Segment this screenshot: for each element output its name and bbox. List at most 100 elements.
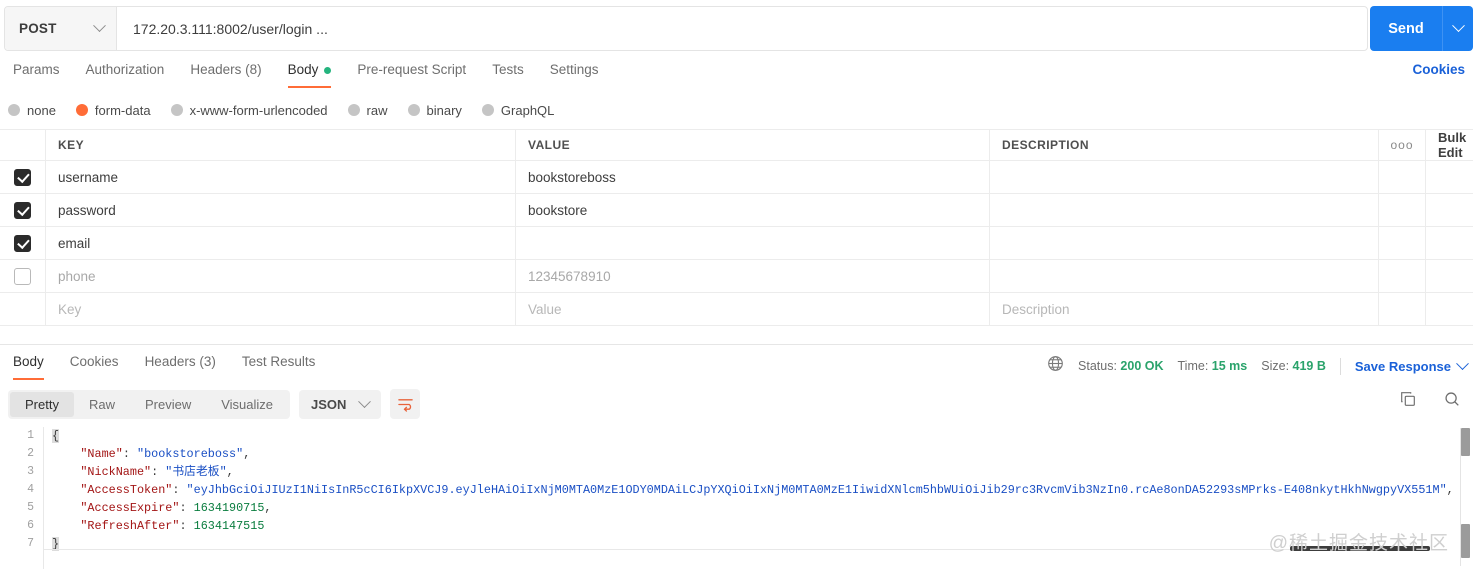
send-options-button[interactable] [1442, 6, 1473, 51]
horizontal-scrollbar-thumb[interactable] [1290, 546, 1430, 551]
line-number: 6 [27, 519, 34, 532]
tab-authorization[interactable]: Authorization [73, 60, 178, 88]
code-line: "Name": "bookstoreboss", [80, 447, 251, 461]
request-url-input[interactable]: 172.20.3.111:8002/user/login ... [117, 7, 1367, 50]
bulk-edit-button[interactable]: Bulk Edit [1438, 130, 1473, 160]
table-row[interactable]: password bookstore [0, 194, 1473, 227]
chevron-down-icon [358, 394, 372, 408]
row-checkbox[interactable] [14, 201, 31, 219]
size-value: 419 B [1292, 359, 1326, 373]
tab-settings[interactable]: Settings [537, 60, 612, 88]
scrollbar-thumb[interactable] [1461, 428, 1470, 456]
response-tab-test-results[interactable]: Test Results [229, 352, 329, 380]
http-method-label: POST [19, 21, 57, 36]
view-preview[interactable]: Preview [130, 392, 206, 417]
column-header-description: DESCRIPTION [1002, 138, 1089, 152]
body-type-graphql[interactable]: GraphQL [472, 103, 564, 118]
tab-label: Settings [549, 62, 599, 77]
body-type-none[interactable]: none [0, 103, 66, 118]
cookies-link[interactable]: Cookies [1412, 62, 1465, 77]
response-tab-body[interactable]: Body [0, 352, 57, 380]
http-method-selector[interactable]: POST [5, 7, 117, 50]
line-number: 1 [27, 429, 34, 442]
scrollbar-thumb[interactable] [1461, 524, 1470, 558]
column-header-value: VALUE [528, 138, 571, 152]
row-trailing-cell [1426, 227, 1473, 259]
table-row[interactable]: username bookstoreboss [0, 161, 1473, 194]
status-label: Status: [1078, 359, 1117, 373]
body-type-binary[interactable]: binary [398, 103, 472, 118]
table-header-row: KEY VALUE DESCRIPTION ooo Bulk Edit [0, 129, 1473, 161]
row-options-cell [1379, 161, 1426, 193]
json-key-accesstoken: "AccessToken" [80, 483, 173, 497]
tab-tests[interactable]: Tests [479, 60, 537, 88]
row-value[interactable]: bookstore [528, 203, 587, 218]
view-pretty[interactable]: Pretty [10, 391, 74, 417]
table-row[interactable]: phone 12345678910 [0, 260, 1473, 293]
language-label: JSON [311, 396, 347, 412]
chevron-down-icon [1451, 19, 1465, 33]
json-key-refreshafter: "RefreshAfter" [80, 519, 180, 533]
form-data-table: KEY VALUE DESCRIPTION ooo Bulk Edit user… [0, 129, 1473, 326]
tab-headers[interactable]: Headers (8) [177, 60, 274, 88]
pane-divider[interactable] [0, 344, 1473, 345]
row-checkbox[interactable] [14, 234, 31, 252]
horizontal-scroll-track[interactable] [44, 549, 1424, 550]
tab-pre-request-script[interactable]: Pre-request Script [344, 60, 479, 88]
body-type-label: binary [426, 102, 462, 118]
wrap-lines-button[interactable] [390, 389, 421, 419]
row-checkbox[interactable] [14, 267, 31, 285]
tab-label: Pre-request Script [357, 62, 467, 77]
body-type-raw[interactable]: raw [338, 103, 398, 118]
table-options-icon[interactable]: ooo [1390, 138, 1413, 152]
response-language-selector[interactable]: JSON [299, 389, 382, 419]
response-tab-headers[interactable]: Headers (3) [132, 352, 229, 380]
row-value[interactable]: 12345678910 [528, 269, 611, 284]
row-key[interactable]: username [58, 170, 118, 185]
response-body-viewer[interactable]: 1 2 3 4 5 6 7 { "Name": "bookstoreboss",… [0, 427, 1473, 569]
vertical-scrollbar[interactable] [1461, 428, 1470, 566]
header-checkbox-cell [0, 130, 46, 160]
tab-label: Body [13, 354, 44, 369]
search-icon[interactable] [1443, 390, 1461, 413]
body-type-label: raw [366, 102, 388, 118]
row-options-cell [1379, 260, 1426, 292]
tab-label: Cookies [69, 354, 119, 369]
json-value-accesstoken: "eyJhbGciOiJIUzI1NiIsInR5cCI6IkpXVCJ9.ey… [186, 483, 1447, 497]
view-visualize[interactable]: Visualize [206, 392, 288, 417]
tab-label: Test Results [241, 354, 316, 369]
new-row-value-placeholder[interactable]: Value [528, 302, 562, 317]
row-value[interactable]: bookstoreboss [528, 170, 616, 185]
response-format-toolbar: Pretty Raw Preview Visualize JSON [8, 389, 421, 419]
row-key[interactable]: email [58, 236, 90, 251]
copy-icon[interactable] [1399, 390, 1417, 413]
tab-params[interactable]: Params [0, 60, 73, 88]
row-key[interactable]: phone [58, 269, 96, 284]
response-tab-cookies[interactable]: Cookies [57, 352, 132, 380]
url-bar: POST 172.20.3.111:8002/user/login ... Se… [0, 6, 1473, 51]
new-row-key-placeholder[interactable]: Key [58, 302, 81, 317]
send-button[interactable]: Send [1370, 6, 1442, 51]
save-response-button[interactable]: Save Response [1354, 356, 1469, 374]
tab-label: Tests [492, 62, 524, 77]
new-row-description-placeholder[interactable]: Description [1002, 302, 1070, 317]
table-new-row[interactable]: Key Value Description [0, 293, 1473, 326]
request-tabs: Params Authorization Headers (8) Body Pr… [0, 60, 1473, 90]
radio-icon [170, 104, 183, 116]
new-row-options-cell [1379, 293, 1426, 325]
row-key[interactable]: password [58, 203, 116, 218]
table-row[interactable]: email [0, 227, 1473, 260]
row-trailing-cell [1426, 260, 1473, 292]
body-type-form-data[interactable]: form-data [66, 103, 161, 118]
code-line: "AccessExpire": 1634190715, [80, 501, 272, 515]
body-type-x-www-form-urlencoded[interactable]: x-www-form-urlencoded [161, 103, 338, 118]
row-checkbox[interactable] [14, 168, 31, 186]
view-raw[interactable]: Raw [74, 392, 130, 417]
tab-label: Params [13, 62, 60, 77]
save-response-label: Save Response [1354, 358, 1451, 374]
json-key-accessexpire: "AccessExpire" [80, 501, 180, 515]
tab-body[interactable]: Body [275, 60, 345, 88]
chevron-down-icon [1456, 356, 1469, 370]
code-line: "AccessToken": "eyJhbGciOiJIUzI1NiIsInR5… [80, 483, 1454, 497]
response-time: Time: 15 ms [1178, 359, 1248, 373]
